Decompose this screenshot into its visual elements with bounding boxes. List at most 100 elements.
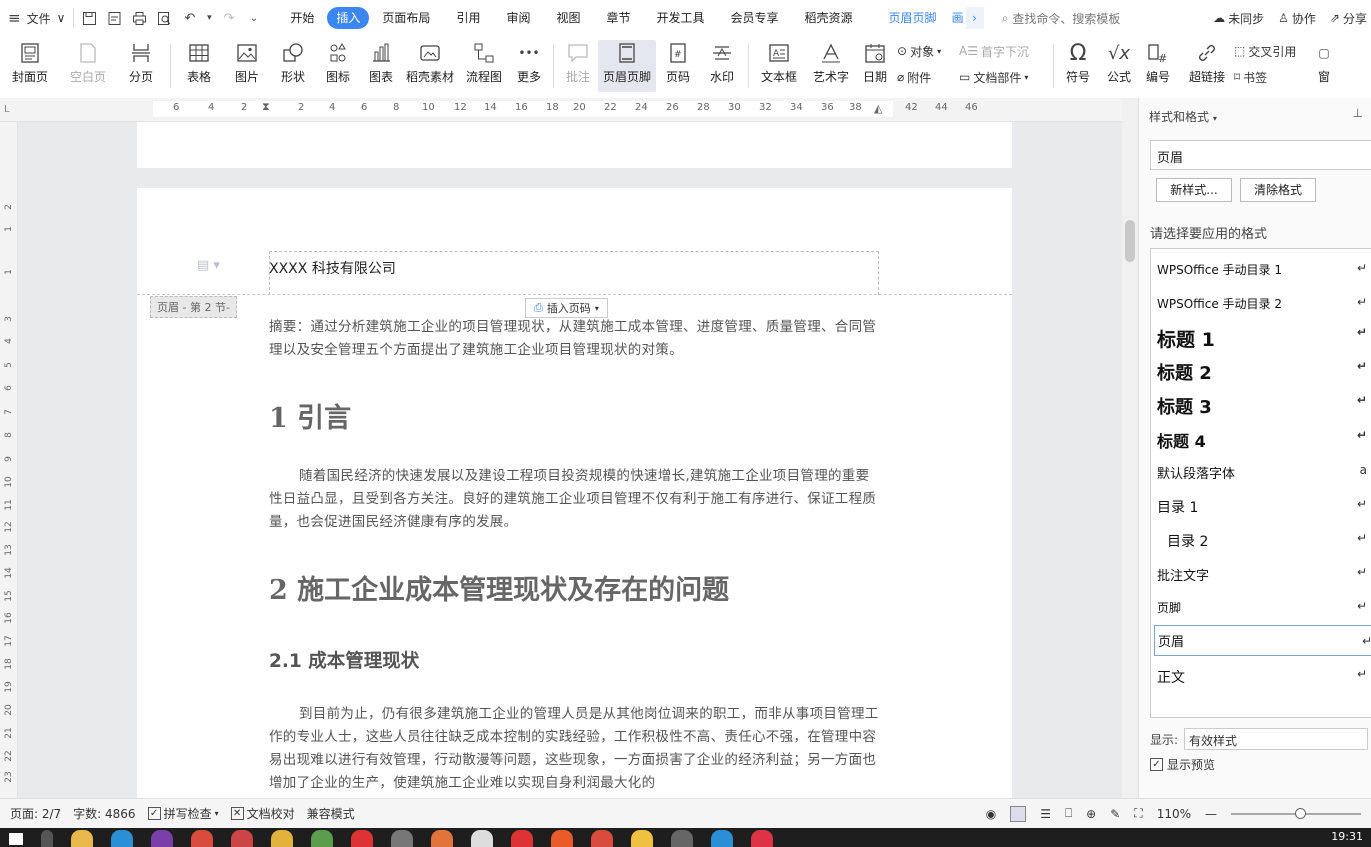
zoom-level[interactable]: 110%: [1157, 807, 1191, 821]
pen-icon[interactable]: ✎: [1110, 807, 1120, 821]
heading-2-section-2-1[interactable]: 2.1 成本管理现状: [269, 647, 881, 673]
chrome-icon[interactable]: [591, 830, 613, 847]
app-icon[interactable]: [391, 830, 413, 847]
wps-writer-taskbar-icon[interactable]: [751, 830, 773, 847]
picture-button[interactable]: 图片: [223, 40, 271, 92]
app-icon[interactable]: [671, 830, 693, 847]
header-text[interactable]: XXXX 科技有限公司: [269, 258, 396, 278]
section-2-1-paragraph[interactable]: 到目前为止，仍有很多建筑施工企业的管理人员是从其他岗位调来的职工，而非从事项目管…: [269, 703, 881, 795]
more-tabs-chevron-icon[interactable]: ›: [965, 7, 984, 29]
styles-panel-title[interactable]: 样式和格式 ▾: [1149, 108, 1217, 125]
heading-1-section-2[interactable]: 2 施工企业成本管理现状及存在的问题: [269, 568, 881, 607]
file-menu-button[interactable]: ≡ 文件 ∨: [0, 0, 73, 36]
chart-button[interactable]: 图表: [361, 40, 401, 92]
taskbar-clock[interactable]: 19:31: [1323, 828, 1371, 843]
header-footer-button[interactable]: 页眉页脚: [598, 40, 656, 92]
wps-icon[interactable]: [351, 830, 373, 847]
style-item-toc-manual-1[interactable]: WPSOffice 手动目录 1 ↵: [1157, 261, 1367, 278]
tab-developer[interactable]: 开发工具: [644, 7, 718, 29]
tab-picture-truncated[interactable]: 画: [950, 7, 966, 29]
zoom-out-icon[interactable]: —: [1205, 807, 1217, 821]
comment-button[interactable]: 批注: [558, 40, 598, 92]
redo-icon[interactable]: ↷: [219, 9, 238, 28]
flowchart-button[interactable]: 流程图: [459, 40, 509, 92]
dropcap-button[interactable]: A☰ 首字下沉: [959, 42, 1049, 60]
tab-review[interactable]: 审阅: [493, 7, 543, 29]
app-icon[interactable]: [711, 830, 733, 847]
tab-insert[interactable]: 插入: [327, 7, 370, 29]
hyperlink-button[interactable]: 超链接: [1184, 40, 1230, 92]
shape-button[interactable]: 形状: [271, 40, 315, 92]
blank-page-button[interactable]: 空白页: [60, 40, 116, 92]
tab-docer[interactable]: 稻壳资源: [792, 7, 866, 29]
symbol-button[interactable]: Ω 符号: [1058, 40, 1098, 92]
date-button[interactable]: 日期: [857, 40, 893, 92]
shell-material-button[interactable]: 稻壳素材: [401, 40, 459, 92]
page-number-button[interactable]: # 页码: [656, 40, 700, 92]
style-item-toc-manual-2[interactable]: WPSOffice 手动目录 2 ↵: [1157, 295, 1367, 312]
style-item-comment-text[interactable]: 批注文字 ↵: [1157, 565, 1367, 584]
save-icon[interactable]: [80, 9, 99, 28]
tab-home[interactable]: 开始: [277, 7, 327, 29]
more-button[interactable]: ••• 更多: [509, 40, 549, 92]
bookmark-button[interactable]: ⌑ 书签: [1234, 68, 1314, 86]
header-options-icon[interactable]: ▤ ▾: [197, 258, 220, 273]
tab-references[interactable]: 引用: [443, 7, 493, 29]
window-button-truncated[interactable]: ▢ 窗: [1314, 40, 1334, 92]
app-icon[interactable]: [311, 830, 333, 847]
share-button[interactable]: ⇗ 分享: [1330, 10, 1367, 27]
outline-view-icon[interactable]: ☰: [1040, 807, 1051, 821]
app-icon[interactable]: [631, 830, 653, 847]
crossref-button[interactable]: ⬚ 交叉引用: [1234, 42, 1314, 60]
object-button[interactable]: ⊙ 对象 ▾: [897, 42, 959, 60]
word-count[interactable]: 字数: 4866: [73, 805, 135, 822]
formula-button[interactable]: √x 公式: [1098, 40, 1140, 92]
show-filter-select[interactable]: 有效样式: [1184, 728, 1369, 750]
tab-view[interactable]: 视图: [543, 7, 593, 29]
show-preview-checkbox[interactable]: ✓ 显示预览: [1150, 756, 1215, 773]
pin-icon[interactable]: ⊥: [1353, 106, 1363, 120]
style-item-default-paragraph-font[interactable]: 默认段落字体 a: [1157, 463, 1367, 482]
tab-page-layout[interactable]: 页面布局: [369, 7, 443, 29]
style-item-toc-1[interactable]: 目录 1 ↵: [1157, 497, 1367, 517]
export-pdf-icon[interactable]: [105, 9, 124, 28]
print-preview-icon[interactable]: [155, 9, 174, 28]
scrollbar-thumb[interactable]: [1125, 220, 1135, 262]
undo-icon[interactable]: ↶: [180, 9, 199, 28]
eye-protection-icon[interactable]: ◉: [986, 807, 996, 821]
tab-section[interactable]: 章节: [593, 7, 643, 29]
zoom-slider[interactable]: [1231, 807, 1361, 819]
tab-header-footer[interactable]: 页眉页脚: [876, 7, 950, 29]
web-view-icon[interactable]: ⊕: [1086, 807, 1096, 821]
wordart-button[interactable]: 艺术字: [805, 40, 857, 92]
cover-page-button[interactable]: 封面页: [0, 40, 60, 92]
collaborate-button[interactable]: ♙ 协作: [1278, 10, 1316, 27]
document-page[interactable]: ▤ ▾ XXXX 科技有限公司 页眉 - 第 2 节- ⎙ 插入页码 ▾ 摘要：…: [137, 188, 1012, 798]
document-canvas[interactable]: ▤ ▾ XXXX 科技有限公司 页眉 - 第 2 节- ⎙ 插入页码 ▾ 摘要：…: [18, 122, 1122, 798]
file-explorer-icon[interactable]: [71, 830, 93, 847]
chrome-icon[interactable]: [191, 830, 213, 847]
customize-quickbar-icon[interactable]: ⌄: [244, 9, 263, 28]
search-icon[interactable]: [41, 830, 53, 847]
icon-library-button[interactable]: 图标: [315, 40, 361, 92]
style-item-heading-2[interactable]: 标题 2 ↵: [1157, 359, 1367, 385]
app-icon[interactable]: [551, 830, 573, 847]
document-scrollbar[interactable]: [1122, 98, 1138, 798]
numbering-button[interactable]: # 编号: [1140, 40, 1176, 92]
vertical-ruler[interactable]: 2 1 1 3 4 5 6 7 8 9 10 11 12 13 14 15 16…: [0, 122, 18, 798]
doc-proofread-button[interactable]: ✕ 文档校对: [230, 805, 295, 822]
app-icon[interactable]: [511, 830, 533, 847]
undo-dropdown-icon[interactable]: ▾: [205, 9, 213, 28]
new-style-button[interactable]: 新样式...: [1156, 178, 1232, 202]
style-item-toc-2[interactable]: 目录 2 ↵: [1157, 531, 1367, 551]
edge-browser-icon[interactable]: [111, 830, 133, 847]
textbox-button[interactable]: A 文本框: [753, 40, 805, 92]
style-item-heading-3[interactable]: 标题 3 ↵: [1157, 393, 1367, 419]
windows-start-icon[interactable]: [9, 833, 23, 845]
app-icon[interactable]: [471, 830, 493, 847]
sync-button[interactable]: ☁ 未同步: [1213, 10, 1264, 27]
table-button[interactable]: 表格: [175, 40, 223, 92]
right-indent-marker-icon[interactable]: ◭: [874, 102, 882, 115]
style-item-body-text[interactable]: 正文 ↵: [1157, 667, 1367, 687]
tab-member[interactable]: 会员专享: [718, 7, 792, 29]
